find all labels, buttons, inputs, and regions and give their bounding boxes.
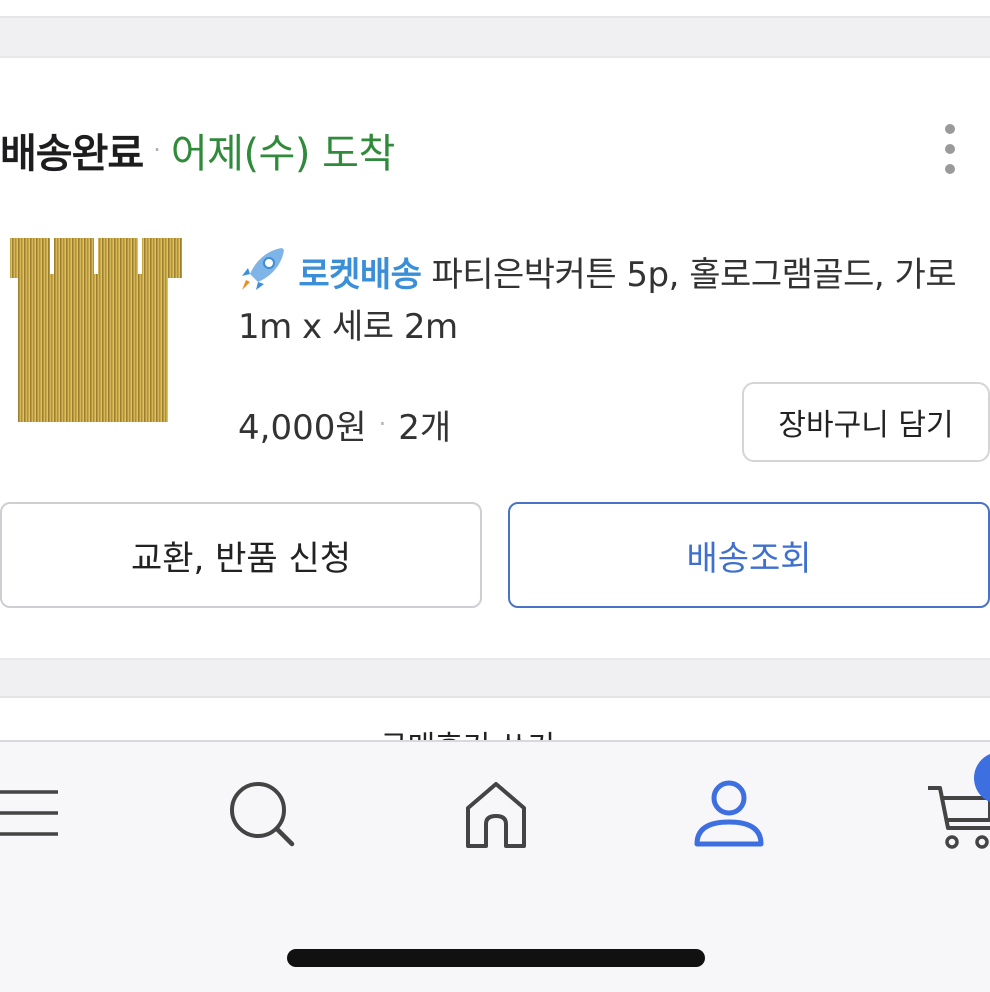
track-delivery-button[interactable]: 배송조회: [508, 502, 990, 608]
delivery-status: 배송완료: [0, 131, 144, 177]
more-options-button[interactable]: [930, 124, 970, 174]
gold-curtain-image: [10, 238, 182, 422]
price-separator: ·: [378, 410, 387, 438]
price-row: 4,000원 · 2개: [238, 398, 451, 450]
exchange-return-button[interactable]: 교환, 반품 신청: [0, 502, 482, 608]
order-status-row: 배송완료 · 어제(수) 도착: [0, 120, 395, 180]
tab-menu[interactable]: [0, 778, 62, 852]
product-price: 4,000원: [238, 407, 367, 448]
previous-card: [0, 0, 990, 18]
product-title-block[interactable]: 로켓배송 파티은박커튼 5p, 홀로그램골드, 가로 1m x 세로 2m: [238, 244, 990, 353]
tab-home[interactable]: [462, 778, 530, 854]
rocket-delivery-label: 로켓배송: [298, 255, 422, 295]
home-icon: [466, 782, 526, 848]
more-vertical-icon: [945, 124, 955, 134]
status-separator: ·: [153, 136, 161, 164]
rocket-icon: [242, 248, 284, 290]
arrival-date: 어제(수) 도착: [170, 131, 395, 177]
product-quantity: 2개: [398, 407, 452, 448]
add-to-cart-button[interactable]: 장바구니 담기: [742, 382, 990, 462]
user-icon: [694, 780, 764, 847]
tab-my-page[interactable]: [693, 778, 765, 854]
tab-search[interactable]: [226, 778, 298, 854]
product-thumbnail[interactable]: [10, 238, 190, 428]
home-indicator[interactable]: [287, 949, 705, 967]
menu-icon: [0, 790, 58, 836]
search-icon: [230, 782, 295, 847]
